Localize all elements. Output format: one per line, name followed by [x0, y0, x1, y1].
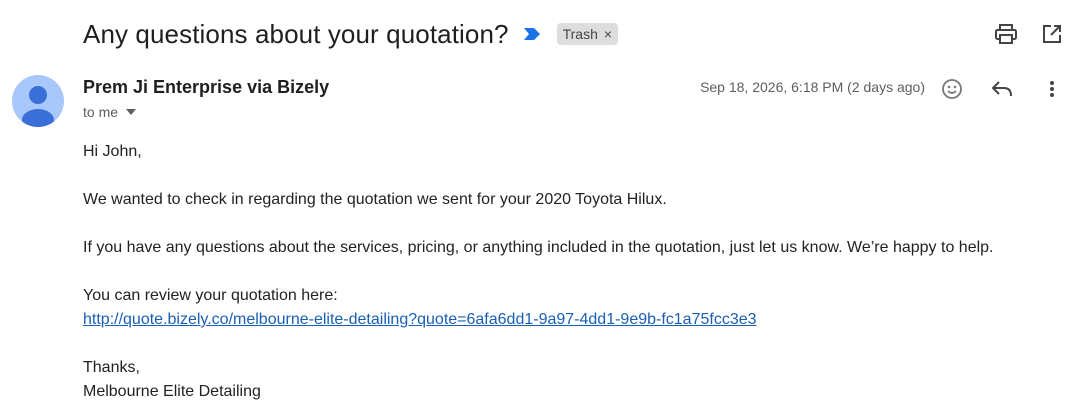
chevron-down-icon	[126, 109, 137, 115]
label-chip-text: Trash	[562, 26, 598, 42]
signoff-block: Thanks, Melbourne Elite Detailing	[83, 356, 1063, 404]
importance-marker-icon[interactable]	[523, 27, 541, 41]
subject-row: Any questions about your quotation? Tras…	[83, 14, 619, 54]
email-subject: Any questions about your quotation?	[83, 18, 509, 49]
label-chip-trash: Trash ×	[556, 23, 619, 45]
reply-icon[interactable]	[990, 77, 1014, 101]
quotation-link[interactable]: http://quote.bizely.co/melbourne-elite-d…	[83, 311, 757, 328]
review-block: You can review your quotation here: http…	[83, 284, 1063, 332]
message-actions	[940, 77, 1064, 101]
remove-label-icon[interactable]: ×	[604, 26, 612, 42]
message-body: Hi John, We wanted to check in regarding…	[83, 140, 1063, 404]
recipient-label: to me	[83, 104, 119, 120]
review-intro: You can review your quotation here:	[83, 287, 338, 304]
more-vert-icon[interactable]	[1040, 77, 1064, 101]
thread-toolbar	[994, 22, 1064, 46]
signoff: Thanks,	[83, 359, 140, 376]
greeting: Hi John,	[83, 143, 142, 160]
paragraph-questions: If you have any questions about the serv…	[83, 239, 994, 256]
open-in-new-window-icon[interactable]	[1040, 22, 1064, 46]
emoji-reaction-icon[interactable]	[940, 77, 964, 101]
avatar[interactable]	[12, 75, 64, 127]
sender-name[interactable]: Prem Ji Enterprise via Bizely	[83, 77, 329, 98]
message-date: Sep 18, 2026, 6:18 PM (2 days ago)	[700, 79, 925, 95]
paragraph-checkin: We wanted to check in regarding the quot…	[83, 191, 667, 208]
print-icon[interactable]	[994, 22, 1018, 46]
signature: Melbourne Elite Detailing	[83, 383, 261, 400]
recipient-details-toggle[interactable]: to me	[83, 104, 137, 120]
